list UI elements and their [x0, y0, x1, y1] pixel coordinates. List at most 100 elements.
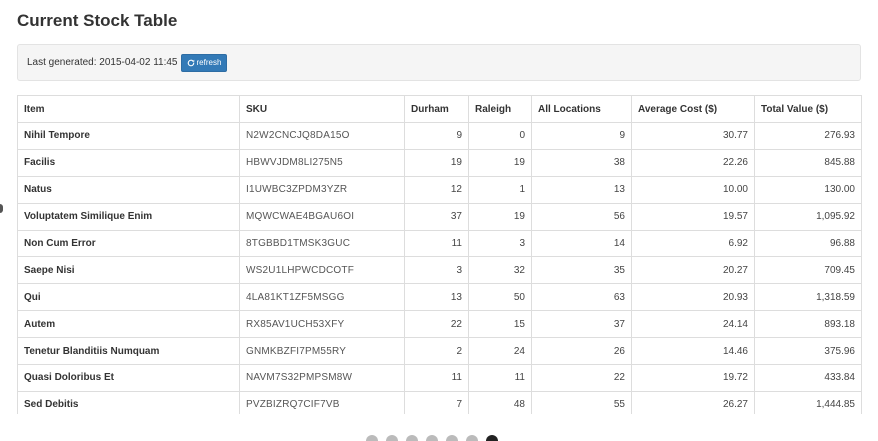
sku-cell: GNMKBZFI7PM55RY [239, 337, 405, 366]
all-locations-cell: 38 [531, 148, 632, 177]
column-header-total-value: Total Value ($) [754, 95, 862, 123]
sku-cell: 8TGBBD1TMSK3GUC [239, 229, 405, 258]
raleigh-cell: 48 [468, 390, 532, 414]
item-cell: Nihil Tempore [17, 122, 240, 150]
page-dot-7[interactable] [486, 435, 498, 441]
raleigh-cell: 32 [468, 256, 532, 285]
sku-cell: 4LA81KT1ZF5MSGG [239, 283, 405, 312]
all-locations-cell: 56 [531, 202, 632, 231]
item-cell: Autem [17, 310, 240, 339]
sku-cell: MQWCWAE4BGAU6OI [239, 202, 405, 231]
table-row: Saepe Nisi WS2U1LHPWCDCOTF 3 32 35 20.27 709.4… [17, 256, 862, 285]
table-row: Non Cum Error 8TGBBD1TMSK3GUC 11 3 14 6.92 96.… [17, 229, 862, 258]
durham-cell: 13 [404, 283, 469, 312]
durham-cell: 7 [404, 390, 469, 414]
item-cell: Sed Debitis [17, 390, 240, 414]
raleigh-cell: 19 [468, 202, 532, 231]
average-cost-cell: 10.00 [631, 175, 755, 204]
durham-cell: 12 [404, 175, 469, 204]
table-row: Nihil Tempore N2W2CNCJQ8DA15O 9 0 9 30.77 276.… [17, 122, 862, 150]
average-cost-cell: 20.93 [631, 283, 755, 312]
total-value-cell: 845.88 [754, 148, 862, 177]
table-row: Sed Debitis PVZBIZRQ7CIF7VB 7 48 55 26.27 1,44… [17, 390, 862, 414]
all-locations-cell: 37 [531, 310, 632, 339]
total-value-cell: 1,095.92 [754, 202, 862, 231]
page-dot-3[interactable] [406, 435, 418, 441]
average-cost-cell: 6.92 [631, 229, 755, 258]
item-cell: Qui [17, 283, 240, 312]
item-cell: Voluptatem Similique Enim [17, 202, 240, 231]
durham-cell: 19 [404, 148, 469, 177]
table-row: Qui 4LA81KT1ZF5MSGG 13 50 63 20.93 1,318.59 [17, 283, 862, 312]
item-cell: Saepe Nisi [17, 256, 240, 285]
raleigh-cell: 50 [468, 283, 532, 312]
raleigh-cell: 11 [468, 364, 532, 392]
durham-cell: 2 [404, 337, 469, 366]
table-header-row: Item SKU Durham Raleigh All Locations Average… [17, 95, 862, 123]
table-row: Facilis HBWVJDM8LI275N5 19 19 38 22.26 845.88 [17, 148, 862, 177]
column-header-durham: Durham [404, 95, 469, 123]
pagination-dots [366, 435, 498, 441]
table-viewport[interactable]: Item SKU Durham Raleigh All Locations Average… [0, 0, 878, 414]
durham-cell: 11 [404, 229, 469, 258]
all-locations-cell: 26 [531, 337, 632, 366]
durham-cell: 9 [404, 122, 469, 150]
raleigh-cell: 15 [468, 310, 532, 339]
durham-cell: 37 [404, 202, 469, 231]
average-cost-cell: 19.72 [631, 364, 755, 392]
raleigh-cell: 0 [468, 122, 532, 150]
average-cost-cell: 14.46 [631, 337, 755, 366]
stock-table: Item SKU Durham Raleigh All Locations Average… [17, 95, 862, 414]
column-header-all-locations: All Locations [531, 95, 632, 123]
column-header-raleigh: Raleigh [468, 95, 532, 123]
sku-cell: PVZBIZRQ7CIF7VB [239, 390, 405, 414]
sku-cell: WS2U1LHPWCDCOTF [239, 256, 405, 285]
total-value-cell: 1,318.59 [754, 283, 862, 312]
page-dot-4[interactable] [426, 435, 438, 441]
all-locations-cell: 55 [531, 390, 632, 414]
average-cost-cell: 22.26 [631, 148, 755, 177]
total-value-cell: 130.00 [754, 175, 862, 204]
sku-cell: I1UWBC3ZPDM3YZR [239, 175, 405, 204]
item-cell: Tenetur Blanditiis Numquam [17, 337, 240, 366]
page-dot-2[interactable] [386, 435, 398, 441]
average-cost-cell: 19.57 [631, 202, 755, 231]
durham-cell: 3 [404, 256, 469, 285]
column-header-item: Item [17, 95, 240, 123]
sku-cell: NAVM7S32PMPSM8W [239, 364, 405, 392]
item-cell: Non Cum Error [17, 229, 240, 258]
total-value-cell: 96.88 [754, 229, 862, 258]
all-locations-cell: 9 [531, 122, 632, 150]
all-locations-cell: 35 [531, 256, 632, 285]
table-row: Voluptatem Similique Enim MQWCWAE4BGAU6OI… [17, 202, 862, 231]
average-cost-cell: 24.14 [631, 310, 755, 339]
sku-cell: N2W2CNCJQ8DA15O [239, 122, 405, 150]
page-dot-6[interactable] [466, 435, 478, 441]
sku-cell: RX85AV1UCH53XFY [239, 310, 405, 339]
total-value-cell: 1,444.85 [754, 390, 862, 414]
page-dot-5[interactable] [446, 435, 458, 441]
total-value-cell: 893.18 [754, 310, 862, 339]
item-cell: Facilis [17, 148, 240, 177]
total-value-cell: 433.84 [754, 364, 862, 392]
total-value-cell: 709.45 [754, 256, 862, 285]
average-cost-cell: 26.27 [631, 390, 755, 414]
durham-cell: 22 [404, 310, 469, 339]
all-locations-cell: 63 [531, 283, 632, 312]
all-locations-cell: 22 [531, 364, 632, 392]
raleigh-cell: 19 [468, 148, 532, 177]
table-row: Natus I1UWBC3ZPDM3YZR 12 1 13 10.00 130.00 [17, 175, 862, 204]
raleigh-cell: 1 [468, 175, 532, 204]
item-cell: Quasi Doloribus Et [17, 364, 240, 392]
table-row: Tenetur Blanditiis Numquam GNMKBZFI7PM55R… [17, 337, 862, 366]
table-row: Quasi Doloribus Et NAVM7S32PMPSM8W 11 11 22 1… [17, 364, 862, 392]
durham-cell: 11 [404, 364, 469, 392]
total-value-cell: 375.96 [754, 337, 862, 366]
page-dot-1[interactable] [366, 435, 378, 441]
column-header-sku: SKU [239, 95, 405, 123]
all-locations-cell: 13 [531, 175, 632, 204]
table-row: Autem RX85AV1UCH53XFY 22 15 37 24.14 893.18 [17, 310, 862, 339]
sku-cell: HBWVJDM8LI275N5 [239, 148, 405, 177]
average-cost-cell: 30.77 [631, 122, 755, 150]
item-cell: Natus [17, 175, 240, 204]
